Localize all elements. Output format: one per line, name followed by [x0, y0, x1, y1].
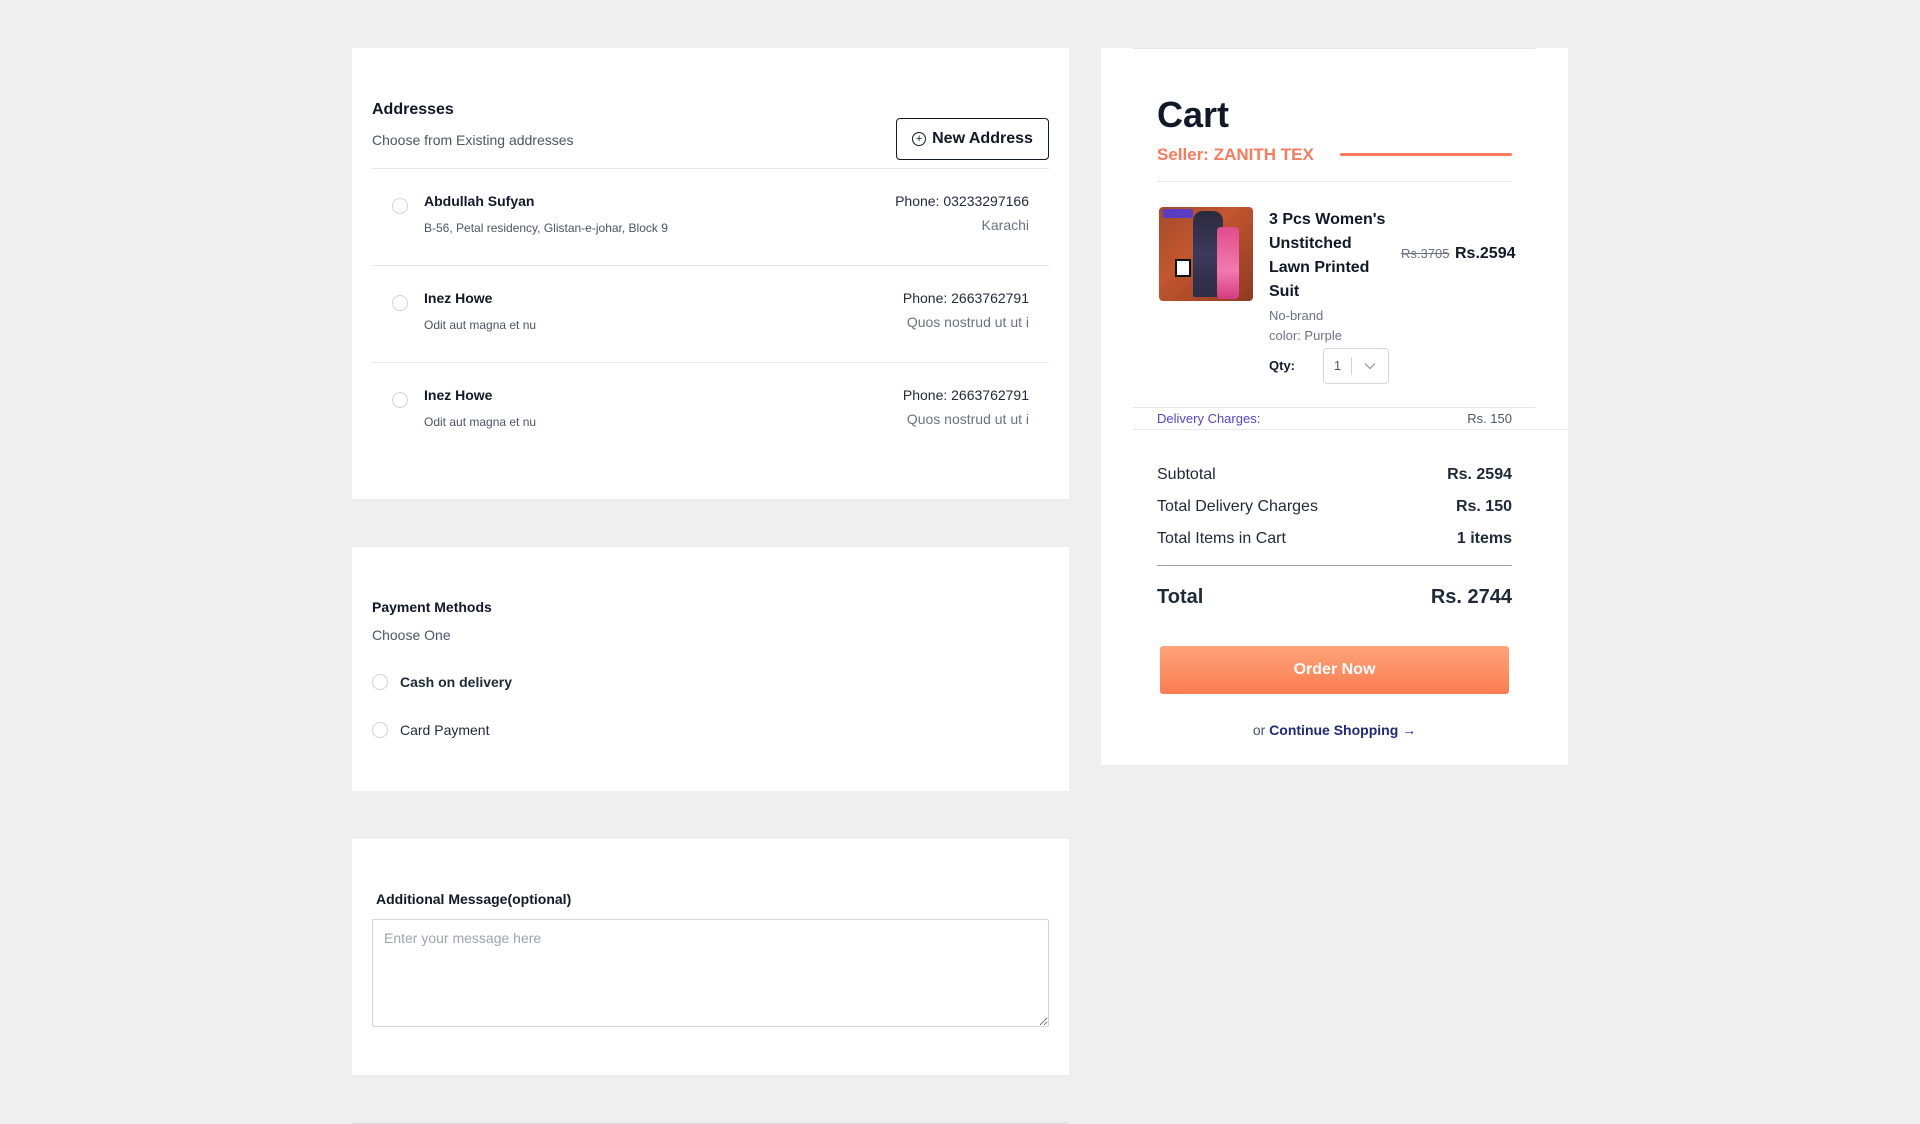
- continue-prefix: or: [1252, 722, 1266, 738]
- qty-label: Qty:: [1269, 358, 1295, 373]
- total-items-value: 1 items: [1456, 530, 1512, 547]
- address-item[interactable]: Abdullah Sufyan B-56, Petal residency, G…: [372, 169, 1049, 266]
- payment-option-label: Card Payment: [400, 722, 490, 738]
- payment-option-cod[interactable]: Cash on delivery: [372, 672, 512, 692]
- payment-option-card[interactable]: Card Payment: [372, 720, 489, 740]
- payment-title: Payment Methods: [372, 599, 492, 615]
- address-name: Inez Howe: [424, 290, 493, 306]
- total-items-label: Total Items in Cart: [1157, 530, 1286, 547]
- summary-delivery: Total Delivery Charges Rs. 150: [1157, 498, 1512, 516]
- chevron-down-icon: [1352, 362, 1388, 370]
- summary-subtotal: Subtotal Rs. 2594: [1157, 466, 1512, 484]
- address-phone: Phone: 2663762791: [902, 387, 1029, 403]
- divider: [1157, 181, 1512, 182]
- address-city: Quos nostrud ut ut i: [906, 314, 1029, 330]
- subtotal-value: Rs. 2594: [1447, 466, 1512, 483]
- product-meta: No-brand color: Purple: [1269, 306, 1342, 346]
- product-name[interactable]: 3 Pcs Women's Unstitched Lawn Printed Su…: [1269, 208, 1393, 304]
- total-value: Rs. 2744: [1430, 586, 1512, 608]
- product-color: color: Purple: [1269, 328, 1342, 343]
- summary-total: Total Rs. 2744: [1157, 586, 1512, 609]
- product-image-tag: [1163, 209, 1193, 218]
- address-city: Quos nostrud ut ut i: [906, 411, 1029, 427]
- total-label: Total: [1157, 586, 1204, 608]
- address-list: Abdullah Sufyan B-56, Petal residency, G…: [372, 168, 1049, 460]
- product-image[interactable]: [1159, 207, 1253, 301]
- address-name: Inez Howe: [424, 387, 493, 403]
- qty-select[interactable]: 1: [1323, 348, 1389, 384]
- address-line: B-56, Petal residency, Glistan-e-johar, …: [424, 221, 668, 235]
- message-textarea[interactable]: [372, 919, 1049, 1027]
- delivery-charges-value: Rs. 150: [1467, 411, 1512, 426]
- cart-panel: Cart Seller: ZANITH TEX 3 Pcs Women's Un…: [1101, 48, 1568, 765]
- divider: [1133, 407, 1535, 408]
- address-line: Odit aut magna et nu: [424, 415, 537, 429]
- plus-circle-icon: +: [912, 132, 927, 146]
- address-line: Odit aut magna et nu: [424, 318, 537, 332]
- order-now-button[interactable]: Order Now: [1160, 646, 1509, 694]
- divider: [1133, 48, 1535, 49]
- address-radio[interactable]: [392, 295, 408, 311]
- delivery-charges-label: Delivery Charges:: [1157, 411, 1261, 426]
- addresses-title: Addresses: [372, 101, 454, 118]
- total-delivery-value: Rs. 150: [1455, 498, 1512, 515]
- new-address-label: New Address: [932, 130, 1033, 147]
- payment-subtitle: Choose One: [372, 627, 451, 643]
- product-image-logo: [1175, 259, 1191, 277]
- address-item[interactable]: Inez Howe Odit aut magna et nu Phone: 26…: [372, 266, 1049, 363]
- address-phone: Phone: 03233297166: [895, 193, 1029, 209]
- product-image-dupatta: [1217, 227, 1239, 299]
- subtotal-label: Subtotal: [1157, 466, 1216, 483]
- address-name: Abdullah Sufyan: [424, 193, 535, 209]
- message-panel: Additional Message(optional): [352, 839, 1069, 1075]
- addresses-subtitle: Choose from Existing addresses: [372, 132, 574, 148]
- payment-radio-cod[interactable]: [372, 674, 388, 690]
- addresses-panel: Addresses Choose from Existing addresses…: [352, 48, 1069, 499]
- address-radio[interactable]: [392, 392, 408, 408]
- divider: [1133, 429, 1568, 430]
- address-phone: Phone: 2663762791: [902, 290, 1029, 306]
- payment-option-label: Cash on delivery: [400, 674, 513, 690]
- address-item[interactable]: Inez Howe Odit aut magna et nu Phone: 26…: [372, 363, 1049, 460]
- payment-radio-card[interactable]: [372, 722, 388, 738]
- cart-title: Cart: [1157, 94, 1230, 135]
- payment-panel: Payment Methods Choose One Cash on deliv…: [352, 547, 1069, 791]
- new-address-button[interactable]: + New Address: [896, 118, 1049, 160]
- summary-items: Total Items in Cart 1 items: [1157, 530, 1512, 548]
- product-old-price: Rs.3705: [1401, 246, 1450, 261]
- continue-shopping: or Continue Shopping →: [1101, 722, 1568, 738]
- seller-name: Seller: ZANITH TEX: [1157, 145, 1314, 164]
- total-delivery-label: Total Delivery Charges: [1157, 498, 1318, 515]
- divider: [1157, 565, 1512, 566]
- message-title: Additional Message(optional): [376, 891, 572, 907]
- address-radio[interactable]: [392, 198, 408, 214]
- product-brand: No-brand: [1269, 308, 1324, 323]
- product-price: Rs.2594: [1455, 245, 1516, 262]
- continue-shopping-link[interactable]: Continue Shopping →: [1269, 722, 1416, 738]
- qty-value: 1: [1324, 357, 1352, 375]
- address-city: Karachi: [981, 217, 1029, 233]
- seller-underline: [1340, 153, 1512, 156]
